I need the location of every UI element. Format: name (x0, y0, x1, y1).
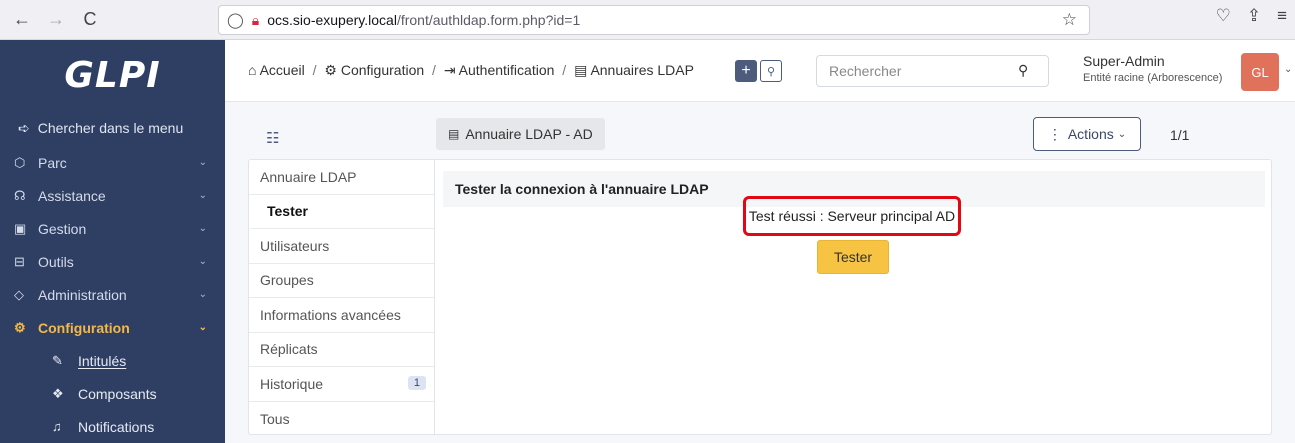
sidebar-item-configuration[interactable]: ⚙ Configuration ⌄ (0, 311, 225, 344)
url-host: ocs.sio-exupery.local (267, 12, 397, 28)
cube-icon: ⬡ (14, 154, 26, 170)
breadcrumb-separator: / (312, 62, 317, 78)
chevron-down-icon: ⌄ (1117, 128, 1127, 140)
chevron-down-icon: ⌄ (198, 256, 207, 267)
components-icon: ❖ (52, 385, 64, 401)
arrow-right-icon: ➪ (18, 119, 30, 136)
item-title: ▤ Annuaire LDAP - AD (436, 118, 605, 150)
test-button[interactable]: Tester (817, 240, 889, 274)
extensions-icon[interactable]: ⇪ (1247, 6, 1261, 26)
breadcrumb-separator: / (432, 62, 436, 78)
user-entity[interactable]: Entité racine (Arborescence) (1083, 72, 1222, 84)
glpi-logo[interactable]: GLPI (0, 40, 225, 110)
address-bar[interactable]: ◯ 🔒︎ ocs.sio-exupery.local /front/authld… (218, 5, 1090, 35)
sidebar-item-administration[interactable]: ◇ Administration ⌄ (0, 278, 225, 311)
sidebar-item-label: Outils (38, 253, 74, 270)
forward-icon[interactable]: → (42, 6, 70, 34)
search-icon[interactable]: ⚲ (1018, 62, 1028, 79)
gear-icon: ⚙ (324, 62, 337, 78)
chevron-down-icon: ⌄ (198, 190, 207, 201)
sidebar-subitem-label: Intitulés (78, 352, 127, 369)
user-name[interactable]: Super-Admin (1083, 53, 1165, 69)
sidebar-subitem-label: Composants (78, 385, 157, 402)
breadcrumb-item[interactable]: Authentification (459, 62, 555, 78)
breadcrumb: ⌂ Accueil / ⚙ Configuration / ⇥ Authenti… (248, 62, 694, 79)
bell-icon: ♫ (52, 419, 62, 434)
tab-groupes[interactable]: Groupes (249, 264, 434, 298)
shield-icon: ◇ (14, 286, 24, 302)
item-panel: Annuaire LDAP Tester Utilisateurs Groupe… (248, 159, 1272, 435)
sidebar-item-parc[interactable]: ⬡ Parc ⌄ (0, 146, 225, 179)
sidebar-subitem-intitules[interactable]: ✎ Intitulés (0, 344, 225, 377)
tab-label: Historique (260, 375, 324, 392)
address-book-icon: ▤ (448, 127, 460, 141)
sidebar-item-label: Assistance (38, 187, 106, 204)
address-book-icon: ▤ (574, 62, 588, 78)
chevron-down-icon: ⌄ (198, 157, 207, 168)
breadcrumb-item[interactable]: Annuaires LDAP (590, 62, 694, 78)
tab-historique[interactable]: Historique 1 (249, 367, 434, 402)
sidebar-item-label: Parc (38, 154, 67, 171)
count-badge: 1 (407, 376, 426, 390)
tab-utilisateurs[interactable]: Utilisateurs (249, 229, 434, 264)
bookmark-star-icon[interactable]: ☆ (1062, 10, 1077, 30)
sidebar-item-outils[interactable]: ⊟ Outils ⌄ (0, 245, 225, 278)
briefcase-icon: ⊟ (14, 253, 25, 269)
actions-button[interactable]: ⋮ Actions ⌄ (1033, 117, 1141, 151)
kebab-icon: ⋮ (1047, 125, 1062, 142)
edit-icon: ✎ (52, 352, 63, 368)
tab-replicats[interactable]: Réplicats (249, 333, 434, 367)
search-icon: ⚲ (766, 65, 776, 78)
breadcrumb-separator: / (562, 62, 567, 78)
chevron-down-icon: ⌄ (198, 322, 207, 333)
url-path: /front/authldap.form.php?id=1 (396, 12, 581, 28)
gear-icon: ⚙ (14, 319, 26, 335)
login-icon: ⇥ (443, 62, 456, 78)
menu-icon[interactable]: ≡ (1277, 6, 1287, 26)
toggle-tabs-icon[interactable]: ☷ (266, 129, 279, 147)
insecure-lock-icon[interactable]: 🔒︎ (252, 12, 259, 29)
avatar[interactable]: GL (1241, 53, 1279, 91)
add-item-button[interactable]: + (735, 60, 757, 82)
browser-nav: ← → C (8, 6, 104, 34)
reload-icon[interactable]: C (76, 6, 104, 34)
tab-tous[interactable]: Tous (249, 402, 434, 437)
tab-annuaire-ldap[interactable]: Annuaire LDAP (249, 160, 434, 195)
breadcrumb-item[interactable]: Configuration (341, 62, 424, 78)
top-header: ⌂ Accueil / ⚙ Configuration / ⇥ Authenti… (225, 40, 1295, 102)
tab-tester[interactable]: Tester (249, 194, 434, 229)
browser-right-tools: ♡ ⇪ ≡ (1216, 6, 1287, 26)
sidebar-item-assistance[interactable]: ☊ Assistance ⌄ (0, 179, 225, 212)
tab-list: Annuaire LDAP Tester Utilisateurs Groupe… (249, 160, 435, 434)
chevron-down-icon[interactable]: ⌄ (1284, 64, 1292, 75)
wallet-icon: ▣ (14, 220, 27, 236)
shield-outline-icon[interactable]: ◯ (227, 11, 244, 29)
chevron-down-icon: ⌄ (198, 289, 207, 300)
sidebar-item-label: Gestion (38, 220, 87, 237)
pocket-icon[interactable]: ♡ (1216, 6, 1231, 26)
chevron-down-icon: ⌄ (198, 223, 207, 234)
sidebar-subitem-notifications[interactable]: ♫ Notifications (0, 410, 225, 443)
actions-label: Actions (1067, 126, 1114, 142)
plus-icon: + (741, 62, 751, 79)
search-list-button[interactable]: ⚲ (760, 60, 782, 82)
sidebar-item-label: Configuration (38, 319, 130, 336)
sidebar-subitem-composants[interactable]: ❖ Composants (0, 377, 225, 410)
breadcrumb-item[interactable]: Accueil (260, 62, 305, 78)
menu-search[interactable]: ➪ Chercher dans le menu (0, 110, 225, 146)
sidebar-item-label: Administration (38, 286, 127, 303)
back-icon[interactable]: ← (8, 6, 36, 34)
sidebar: GLPI ➪ Chercher dans le menu ⬡ Parc ⌄ ☊ … (0, 40, 225, 443)
tab-informations-avancees[interactable]: Informations avancées (249, 298, 434, 333)
headset-icon: ☊ (14, 187, 26, 203)
test-result-message: Test réussi : Serveur principal AD (743, 196, 961, 236)
item-title-label: Annuaire LDAP - AD (465, 126, 593, 142)
sidebar-subitem-label: Notifications (78, 418, 155, 435)
global-search-input[interactable] (816, 55, 1049, 87)
home-icon: ⌂ (248, 62, 257, 78)
browser-toolbar: ← → C ◯ 🔒︎ ocs.sio-exupery.local /front/… (0, 0, 1295, 40)
pager: 1/1 (1170, 127, 1190, 143)
sidebar-item-gestion[interactable]: ▣ Gestion ⌄ (0, 212, 225, 245)
menu-search-label: Chercher dans le menu (37, 120, 184, 136)
